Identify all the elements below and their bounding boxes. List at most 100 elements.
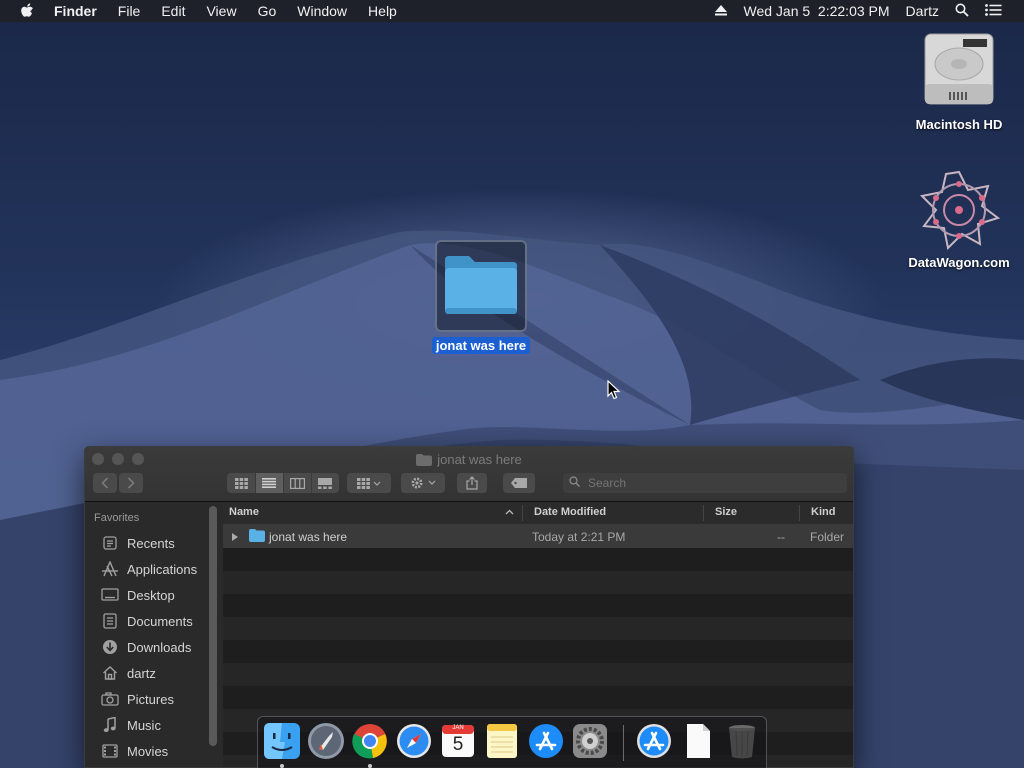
sidebar-item-applications[interactable]: Applications [85, 556, 223, 582]
sidebar-item-pictures[interactable]: Pictures [85, 686, 223, 712]
gallery-view-button[interactable] [312, 473, 339, 493]
menu-window[interactable]: Window [297, 3, 347, 19]
back-button[interactable] [93, 473, 117, 493]
row-kind: Folder [810, 530, 845, 544]
icon-view-button[interactable] [228, 473, 256, 493]
downloads-icon [101, 638, 119, 656]
recents-icon [101, 534, 119, 552]
downloads-stack-icon[interactable] [635, 722, 673, 760]
desktop-icon [101, 586, 119, 604]
folder-icon [416, 454, 433, 469]
table-row[interactable]: jonat was here Today at 2:21 PM -- Folde… [223, 525, 853, 548]
menu-help[interactable]: Help [368, 3, 397, 19]
sidebar-item-music[interactable]: Music [85, 712, 223, 738]
music-icon [101, 716, 119, 734]
running-indicator [280, 764, 284, 768]
row-size: -- [777, 530, 785, 544]
desktop-icon-folder[interactable]: jonat was here [428, 240, 534, 354]
sidebar-item-recents[interactable]: Recents [85, 530, 223, 556]
column-view-button[interactable] [284, 473, 312, 493]
empty-row [223, 617, 853, 640]
menu-edit[interactable]: Edit [161, 3, 185, 19]
column-name[interactable]: Name [229, 506, 259, 518]
search-icon [569, 476, 580, 490]
folder-icon [249, 529, 265, 545]
apple-menu-icon[interactable] [20, 3, 36, 19]
sidebar-item-movies[interactable]: Movies [85, 738, 223, 764]
sidebar-item-downloads[interactable]: Downloads [85, 634, 223, 660]
applications-icon [101, 560, 119, 578]
empty-row [223, 594, 853, 617]
document-icon[interactable] [679, 722, 717, 760]
mouse-cursor-icon [607, 379, 621, 405]
sidebar-section-favorites: Favorites [94, 512, 140, 524]
column-date-modified[interactable]: Date Modified [534, 506, 606, 518]
menu-finder[interactable]: Finder [54, 3, 97, 19]
desktop-icon-label: DataWagon.com [908, 255, 1010, 270]
app-store-icon[interactable] [527, 722, 565, 760]
view-mode-control [227, 473, 339, 493]
desktop-icon-datawagon[interactable]: DataWagon.com [900, 168, 1018, 270]
launchpad-icon[interactable] [307, 722, 345, 760]
movies-icon [101, 742, 119, 760]
window-title: jonat was here [85, 452, 853, 469]
sidebar-item-desktop[interactable]: Desktop [85, 582, 223, 608]
search-field[interactable] [563, 473, 847, 493]
forward-button[interactable] [119, 473, 143, 493]
column-header: Name Date Modified Size Kind [223, 502, 853, 525]
menu-bar: Finder File Edit View Go Window Help Wed… [0, 0, 1024, 22]
dock-divider [623, 725, 624, 761]
trash-icon[interactable] [723, 722, 761, 760]
calendar-day: 5 [452, 734, 464, 755]
disclosure-triangle-icon[interactable] [231, 531, 239, 545]
desktop-icon-label: jonat was here [431, 337, 531, 354]
empty-row [223, 548, 853, 571]
column-kind[interactable]: Kind [811, 506, 835, 518]
empty-row [223, 571, 853, 594]
eject-icon[interactable] [715, 3, 728, 19]
sort-ascending-icon[interactable] [505, 506, 514, 518]
calendar-month: JAN [452, 725, 464, 731]
list-view-button[interactable] [255, 473, 284, 493]
pictures-icon [101, 690, 119, 708]
row-date: Today at 2:21 PM [532, 530, 626, 544]
finder-sidebar: Favorites Recents Applications Desktop D… [85, 502, 223, 767]
calendar-icon[interactable]: JAN 5 [439, 722, 477, 760]
sidebar-item-documents[interactable]: Documents [85, 608, 223, 634]
home-icon [101, 664, 119, 682]
system-preferences-icon[interactable] [571, 722, 609, 760]
search-input[interactable] [586, 475, 830, 491]
hard-drive-icon [904, 30, 1014, 113]
menu-clock[interactable]: Wed Jan 5 2:22:03 PM [743, 3, 889, 19]
row-name: jonat was here [269, 530, 348, 544]
network-drive-icon [900, 168, 1018, 253]
dock: JAN 5 [257, 716, 767, 768]
selection-highlight [435, 240, 527, 332]
spotlight-search-icon[interactable] [955, 3, 969, 20]
menu-file[interactable]: File [118, 3, 141, 19]
menu-view[interactable]: View [206, 3, 236, 19]
tags-button[interactable] [503, 473, 535, 493]
desktop-icon-label: Macintosh HD [915, 117, 1003, 132]
empty-row [223, 686, 853, 709]
empty-row [223, 663, 853, 686]
chrome-icon[interactable] [351, 722, 389, 760]
empty-row [223, 640, 853, 663]
safari-icon[interactable] [395, 722, 433, 760]
finder-icon[interactable] [263, 722, 301, 760]
group-by-button[interactable] [347, 473, 391, 493]
notification-center-icon[interactable] [985, 3, 1002, 19]
finder-toolbar: jonat was here [85, 447, 853, 502]
menu-user[interactable]: Dartz [906, 3, 939, 19]
menu-go[interactable]: Go [258, 3, 277, 19]
action-gear-button[interactable] [401, 473, 445, 493]
notes-icon[interactable] [483, 722, 521, 760]
documents-icon [101, 612, 119, 630]
share-button[interactable] [457, 473, 487, 493]
column-size[interactable]: Size [715, 506, 737, 518]
sidebar-scrollbar[interactable] [209, 506, 217, 746]
running-indicator [368, 764, 372, 768]
sidebar-item-dartz[interactable]: dartz [85, 660, 223, 686]
folder-icon [441, 252, 521, 321]
desktop-icon-macintosh-hd[interactable]: Macintosh HD [904, 30, 1014, 132]
